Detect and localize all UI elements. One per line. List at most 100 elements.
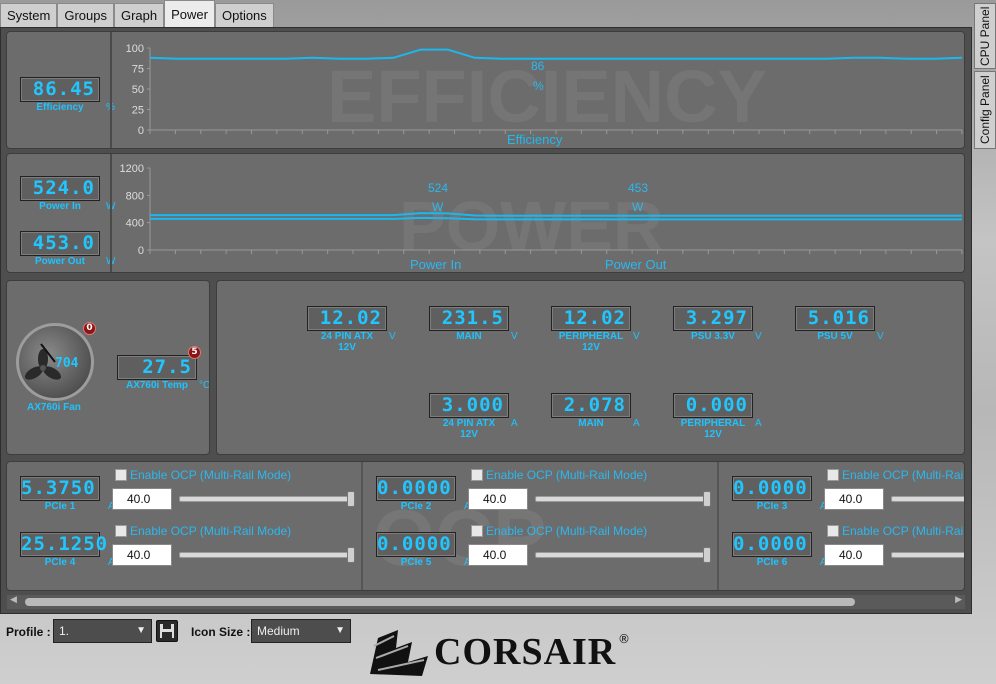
current-label: PERIPHERAL 12V [680, 418, 746, 440]
side-tab-config-panel[interactable]: Config Panel [974, 71, 996, 149]
profile-label: Profile : [6, 625, 51, 639]
voltage-value: 3.297 [673, 306, 753, 331]
y-tick-label: 400 [126, 218, 144, 230]
ocp-limit-input[interactable]: 40.0 [824, 488, 884, 510]
y-tick-label: 0 [138, 125, 144, 137]
ocp-limit-input[interactable]: 40.0 [468, 488, 528, 510]
ocp-limit-input[interactable]: 40.0 [112, 488, 172, 510]
enable-ocp-label[interactable]: Enable OCP (Multi-Rail Mode) [842, 468, 964, 482]
icon-size-select[interactable]: Medium ▼ [251, 619, 351, 643]
icon-size-label: Icon Size : [191, 625, 251, 639]
ocp-limit-slider[interactable] [535, 496, 711, 502]
current-24pin: 3.000 24 PIN ATX 12V A [429, 393, 518, 440]
voltage-unit: V [511, 331, 518, 342]
voltage-unit: V [755, 331, 762, 342]
temp-badge: 5 [188, 346, 201, 359]
enable-ocp-label[interactable]: Enable OCP (Multi-Rail Mode) [486, 468, 647, 482]
power-in-marker-unit: W [432, 200, 444, 214]
ocp-rail: 0.0000PCIe 2A Enable OCP (Multi-Rail Mode… [363, 462, 713, 518]
ocp-rail-value: 25.1250 [20, 532, 109, 557]
fan-temp-panel: 704 0 AX760i Fan 27.5 AX760i Temp °C 5 [6, 280, 210, 455]
ocp-rail-readout: 0.0000PCIe 5A [376, 532, 471, 568]
voltage-value: 12.02 [551, 306, 631, 331]
ocp-rail-value: 0.0000 [376, 476, 456, 501]
current-peripheral: 0.000 PERIPHERAL 12V A [673, 393, 762, 440]
rails-panel: 12.02 24 PIN ATX 12V V 231.5 MAIN V 12.02… [216, 280, 965, 455]
ocp-limit-slider[interactable] [179, 496, 355, 502]
ocp-rail-value: 0.0000 [376, 532, 456, 557]
current-unit: A [755, 418, 762, 429]
ocp-limit-slider[interactable] [891, 552, 964, 558]
footer: Profile : 1. ▼ Icon Size : Medium ▼ CORS… [0, 614, 996, 684]
enable-ocp-label[interactable]: Enable OCP (Multi-Rail Mode) [842, 524, 964, 538]
ocp-limit-slider[interactable] [891, 496, 964, 502]
save-profile-button[interactable] [156, 620, 178, 642]
enable-ocp-checkbox[interactable] [827, 525, 839, 537]
enable-ocp-checkbox[interactable] [827, 469, 839, 481]
enable-ocp-label[interactable]: Enable OCP (Multi-Rail Mode) [130, 524, 291, 538]
power-panel: POWER 524.0 Power In W 453.0 Power Out W… [6, 153, 965, 273]
tab-bar: System Groups Graph Power Options [0, 0, 274, 27]
power-out-legend: Power Out [605, 257, 667, 272]
ocp-rail: 25.1250PCIe 4A Enable OCP (Multi-Rail Mod… [7, 518, 357, 574]
current-value: 2.078 [551, 393, 631, 418]
enable-ocp-checkbox[interactable] [115, 525, 127, 537]
ocp-rail: 0.0000PCIe 3A Enable OCP (Multi-Rail Mode… [719, 462, 964, 518]
y-tick-label: 50 [132, 84, 144, 96]
ocp-rail-label: PCIe 6 [756, 557, 788, 568]
enable-ocp-checkbox[interactable] [115, 469, 127, 481]
voltage-label: 24 PIN ATX 12V [320, 331, 374, 353]
voltage-label: PSU 3.3V [691, 331, 735, 342]
horizontal-scrollbar[interactable]: ◀ ▶ [7, 595, 965, 609]
power-chart: 0 400 800 1200 [120, 163, 963, 257]
current-label: MAIN [578, 418, 604, 429]
profile-select[interactable]: 1. ▼ [53, 619, 152, 643]
ocp-rail-label: PCIe 1 [44, 501, 76, 512]
tab-groups[interactable]: Groups [57, 3, 114, 27]
enable-ocp-label[interactable]: Enable OCP (Multi-Rail Mode) [486, 524, 647, 538]
current-value: 0.000 [673, 393, 753, 418]
ocp-slider-thumb[interactable] [347, 547, 355, 563]
side-tab-cpu-panel[interactable]: CPU Panel [974, 3, 996, 69]
ocp-slider-thumb[interactable] [703, 547, 711, 563]
voltage-unit: V [389, 331, 396, 342]
y-tick-label: 75 [132, 64, 144, 76]
tab-graph[interactable]: Graph [113, 3, 165, 27]
scroll-right-icon[interactable]: ▶ [955, 595, 962, 605]
ocp-limit-input[interactable]: 40.0 [824, 544, 884, 566]
series-line [149, 48, 963, 60]
tab-system[interactable]: System [0, 3, 58, 27]
voltage-value: 5.016 [795, 306, 875, 331]
brand-wordmark: CORSAIR [434, 631, 617, 673]
enable-ocp-checkbox[interactable] [471, 525, 483, 537]
ocp-limit-slider[interactable] [535, 552, 711, 558]
tab-options[interactable]: Options [214, 3, 274, 27]
tab-power[interactable]: Power [164, 0, 215, 27]
ocp-rail-label: PCIe 2 [400, 501, 432, 512]
temp-value: 27.5 [117, 355, 197, 380]
ocp-rail-value: 5.3750 [20, 476, 100, 501]
ocp-limit-input[interactable]: 40.0 [468, 544, 528, 566]
current-value: 3.000 [429, 393, 509, 418]
ocp-rail-value: 0.0000 [732, 476, 812, 501]
series-line [150, 212, 962, 217]
registered-mark: ® [618, 632, 630, 646]
ocp-rail-value: 0.0000 [732, 532, 812, 557]
ocp-slider-thumb[interactable] [347, 491, 355, 507]
scrollbar-thumb[interactable] [25, 598, 855, 606]
enable-ocp-checkbox[interactable] [471, 469, 483, 481]
ocp-rail-readout: 0.0000PCIe 2A [376, 476, 471, 512]
power-in-marker-value: 524 [428, 181, 449, 195]
ocp-rail-label: PCIe 3 [756, 501, 788, 512]
voltage-psu-5v: 5.016 PSU 5V V [795, 306, 884, 342]
power-out-marker-unit: W [632, 200, 644, 214]
ocp-rail-readout: 0.0000PCIe 6A [732, 532, 827, 568]
ocp-limit-slider[interactable] [179, 552, 355, 558]
voltage-value: 231.5 [429, 306, 509, 331]
ocp-limit-input[interactable]: 40.0 [112, 544, 172, 566]
enable-ocp-label[interactable]: Enable OCP (Multi-Rail Mode) [130, 468, 291, 482]
y-tick-label: 0 [138, 245, 144, 257]
scroll-left-icon[interactable]: ◀ [10, 595, 17, 605]
ocp-slider-thumb[interactable] [703, 491, 711, 507]
series-line [150, 216, 962, 221]
